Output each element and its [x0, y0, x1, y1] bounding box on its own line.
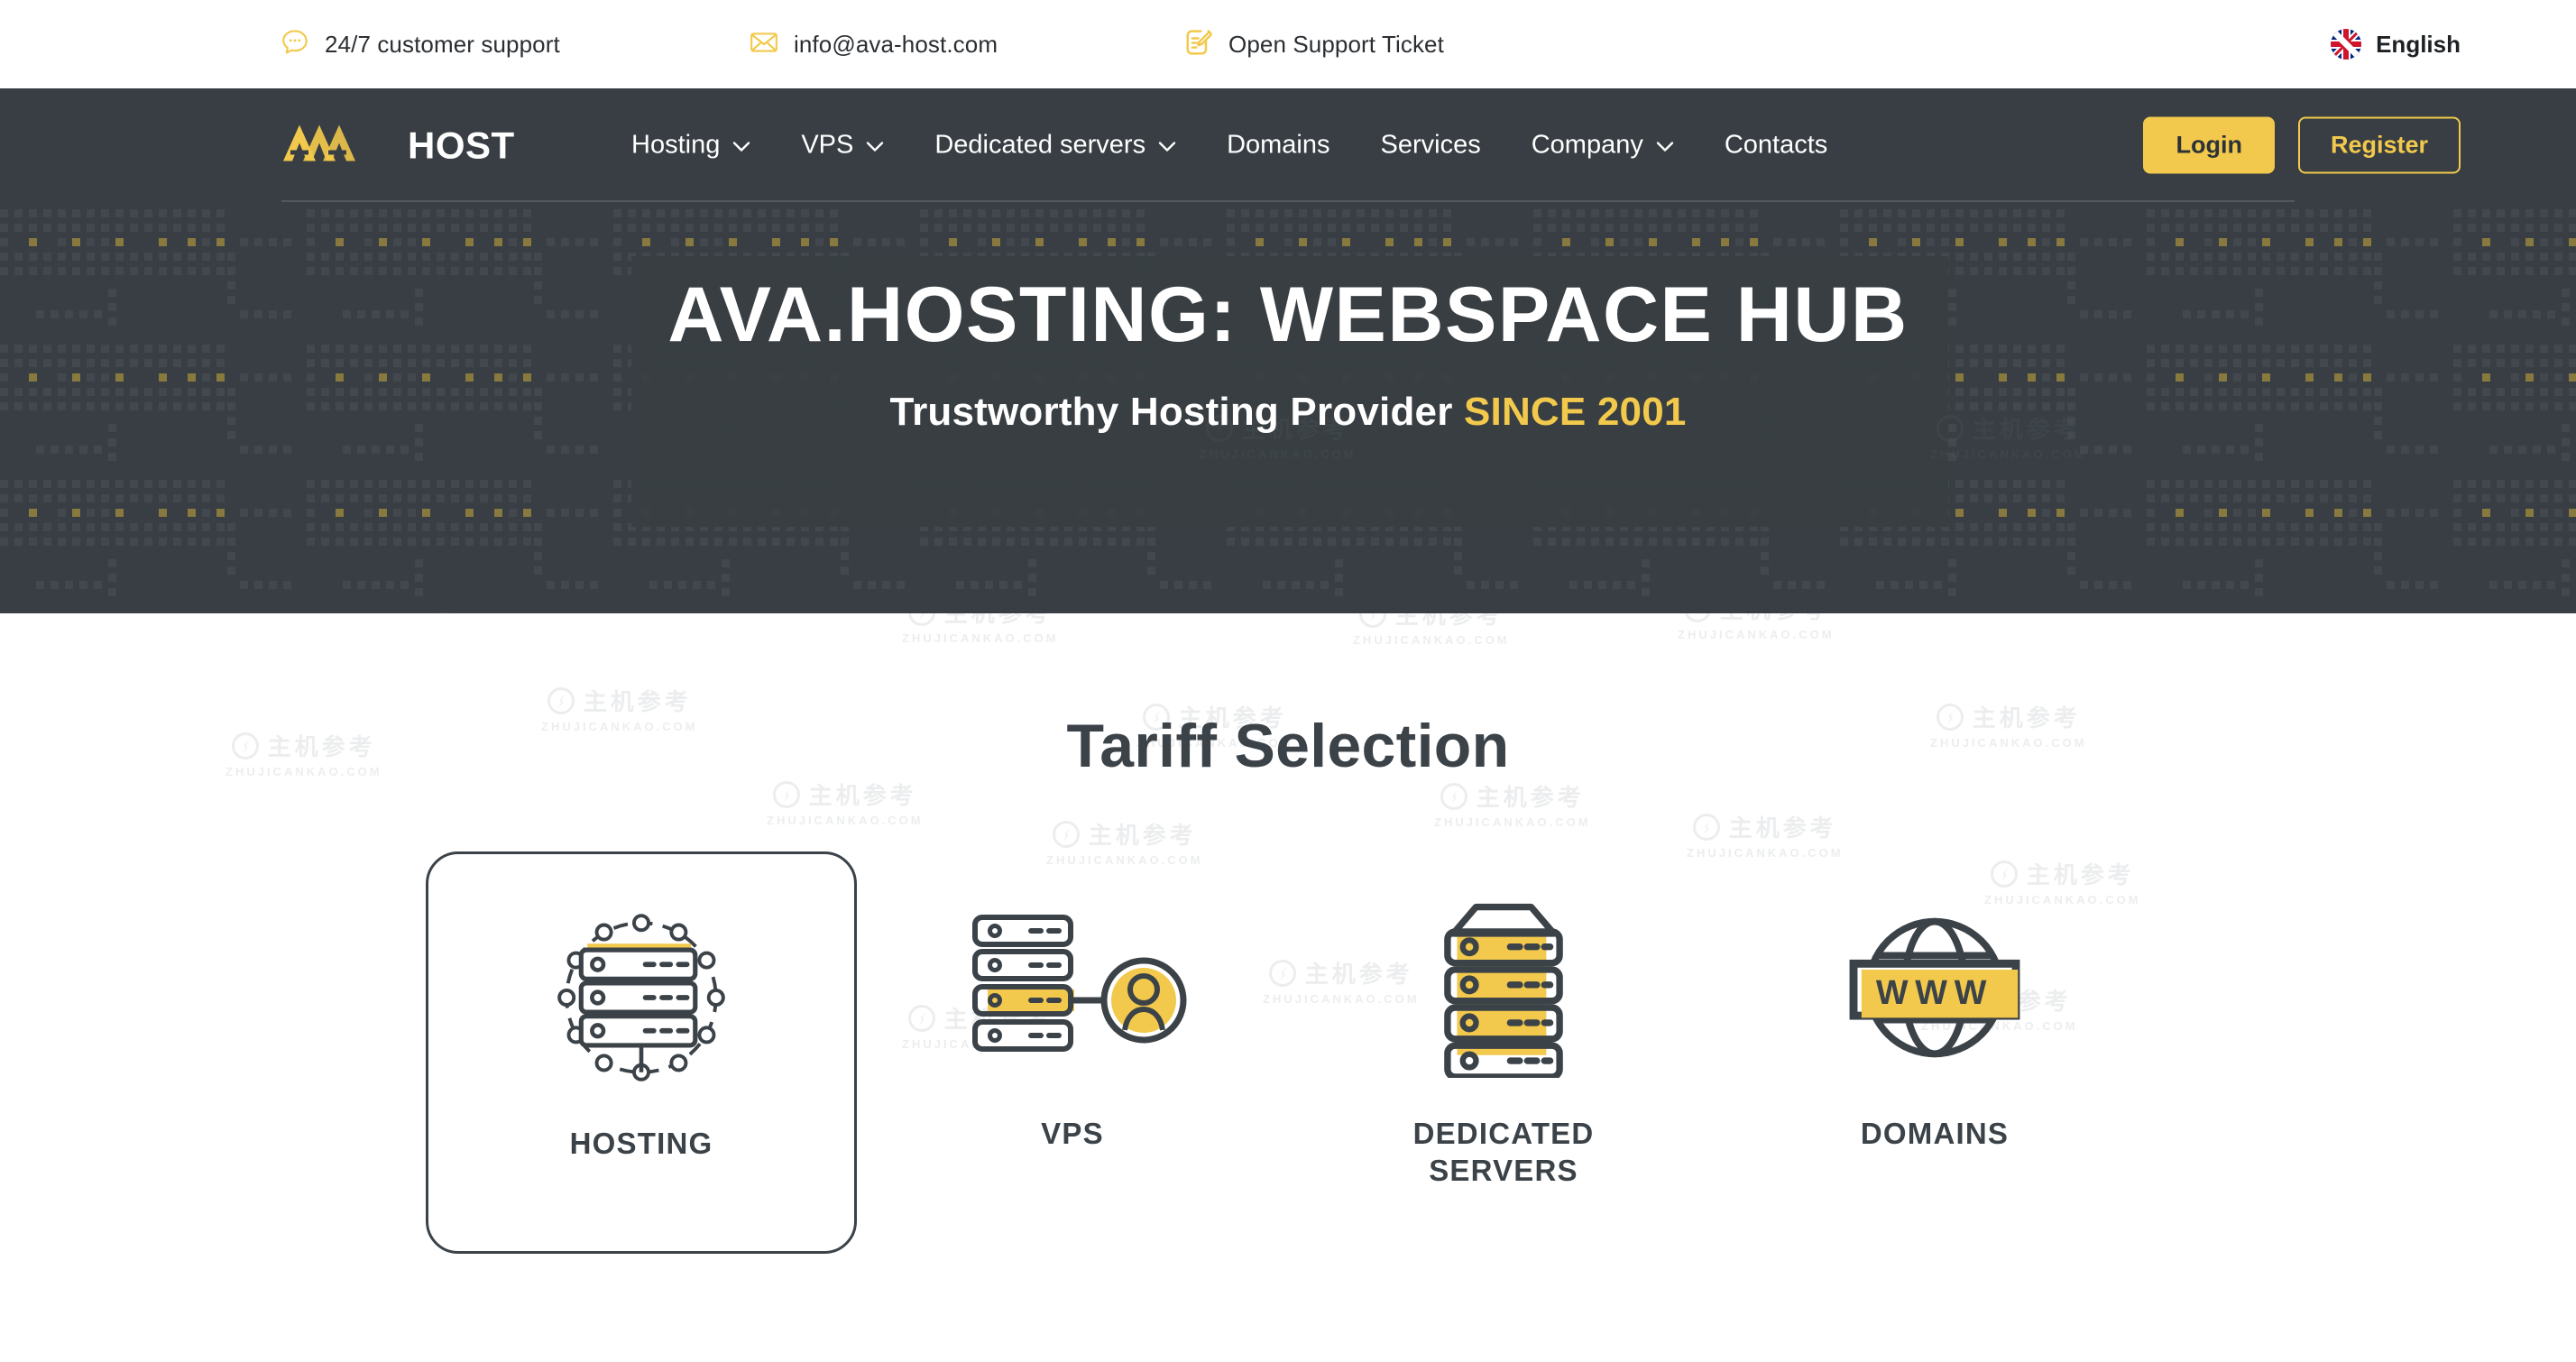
tariff-card-label: HOSTING: [569, 1127, 713, 1160]
tariff-section: 主机参考 ZHUJICANKAO.COM 主机参考 ZHUJICANKAO.CO…: [0, 613, 2576, 1362]
uk-flag-icon: [2331, 29, 2362, 60]
nav-item-label: Company: [1531, 130, 1643, 160]
nav-menu: Hosting VPS Dedicated servers Domains Se…: [606, 122, 1853, 170]
nav-actions: Login Register: [2143, 116, 2461, 174]
watermark-logo-icon: [772, 780, 800, 808]
topbar-item-email[interactable]: info@ava-host.com: [749, 23, 998, 65]
topbar-item-support[interactable]: 24/7 customer support: [280, 23, 560, 65]
nav-item-label: Contacts: [1724, 130, 1828, 160]
main-navbar: HOST Hosting VPS Dedicated servers Domai…: [0, 88, 2576, 202]
hero-subtitle: Trustworthy Hosting Provider SINCE 2001: [889, 390, 1686, 435]
hero-subtitle-plain: Trustworthy Hosting Provider: [889, 390, 1464, 435]
nav-item-contacts[interactable]: Contacts: [1699, 122, 1853, 170]
envelope-icon: [749, 27, 779, 62]
nav-item-domains[interactable]: Domains: [1201, 122, 1355, 170]
nav-item-label: Dedicated servers: [934, 130, 1146, 160]
hero-content: AVA.HOSTING: WEBSPACE HUB Trustworthy Ho…: [0, 202, 2576, 435]
utility-topbar: 24/7 customer support info@ava-host.com: [0, 0, 2576, 88]
nav-item-label: Domains: [1227, 130, 1330, 160]
page-root: 24/7 customer support info@ava-host.com: [0, 0, 2576, 1362]
hero-title: AVA.HOSTING: WEBSPACE HUB: [667, 271, 1909, 358]
watermark-en: ZHUJICANKAO.COM: [1434, 815, 1591, 829]
tariff-cards: HOSTING VPS DEDICATED SERVERS WWW DOMAIN…: [0, 851, 2576, 1254]
watermark-cn: 主机参考: [1476, 784, 1585, 811]
globe-www-icon: WWW: [1835, 884, 2034, 1091]
nav-item-dedicated-servers[interactable]: Dedicated servers: [909, 122, 1201, 170]
hero-banner: 主机参考 ZHUJICANKAO.COM 主机参考 ZHUJICANKAO.CO…: [0, 202, 2576, 613]
logo-wordmark: HOST: [408, 124, 515, 166]
server-user-icon: [955, 884, 1190, 1091]
tariff-card-domains[interactable]: WWW DOMAINS: [1719, 851, 2150, 1254]
nav-item-services[interactable]: Services: [1356, 122, 1506, 170]
page-title: Tariff Selection: [1066, 712, 1510, 780]
chevron-down-icon: [866, 131, 884, 161]
nav-item-vps[interactable]: VPS: [776, 122, 909, 170]
tariff-card-dedicated-servers[interactable]: DEDICATED SERVERS: [1288, 851, 1719, 1254]
topbar-item-label: 24/7 customer support: [325, 30, 560, 58]
watermark-logo-icon: [1052, 820, 1080, 848]
chevron-down-icon: [1656, 131, 1674, 161]
login-button[interactable]: Login: [2143, 116, 2275, 174]
svg-text:WWW: WWW: [1876, 974, 1993, 1012]
topbar-item-label: info@ava-host.com: [794, 30, 998, 58]
topbar-item-ticket[interactable]: Open Support Ticket: [1182, 23, 1444, 65]
nav-item-label: Services: [1380, 130, 1481, 160]
watermark-cn: 主机参考: [1088, 822, 1197, 849]
chat-bubble-icon: [280, 27, 310, 62]
nav-item-label: Hosting: [631, 130, 721, 160]
chevron-down-icon: [732, 131, 750, 161]
ticket-edit-icon: [1182, 26, 1214, 63]
nav-item-hosting[interactable]: Hosting: [606, 122, 776, 170]
server-network-icon: [538, 894, 745, 1101]
tariff-card-label: DOMAINS: [1860, 1117, 2010, 1150]
language-selector[interactable]: English: [2331, 23, 2461, 65]
register-button[interactable]: Register: [2297, 116, 2461, 174]
chevron-down-icon: [1158, 131, 1176, 161]
tariff-card-hosting[interactable]: HOSTING: [426, 851, 857, 1254]
site-logo[interactable]: HOST: [281, 124, 515, 168]
language-label: English: [2376, 30, 2461, 58]
watermark-cn: 主机参考: [1728, 814, 1837, 842]
topbar-item-label: Open Support Ticket: [1228, 30, 1444, 58]
nav-item-company[interactable]: Company: [1506, 122, 1699, 170]
hero-subtitle-accent: SINCE 2001: [1463, 390, 1687, 435]
watermark: 主机参考 ZHUJICANKAO.COM: [1434, 779, 1591, 829]
watermark-logo-icon: [1692, 813, 1720, 841]
nav-item-label: VPS: [801, 130, 854, 160]
watermark-logo-icon: [1440, 782, 1467, 810]
watermark-en: ZHUJICANKAO.COM: [767, 814, 924, 827]
tariff-card-label: DEDICATED SERVERS: [1412, 1117, 1595, 1188]
tariff-card-label: VPS: [1041, 1117, 1104, 1150]
watermark: 主机参考 ZHUJICANKAO.COM: [767, 778, 924, 827]
server-tower-icon: [1413, 884, 1594, 1091]
tariff-card-vps[interactable]: VPS: [857, 851, 1288, 1254]
watermark-cn: 主机参考: [808, 782, 917, 809]
ava-logo-icon: [281, 124, 397, 168]
